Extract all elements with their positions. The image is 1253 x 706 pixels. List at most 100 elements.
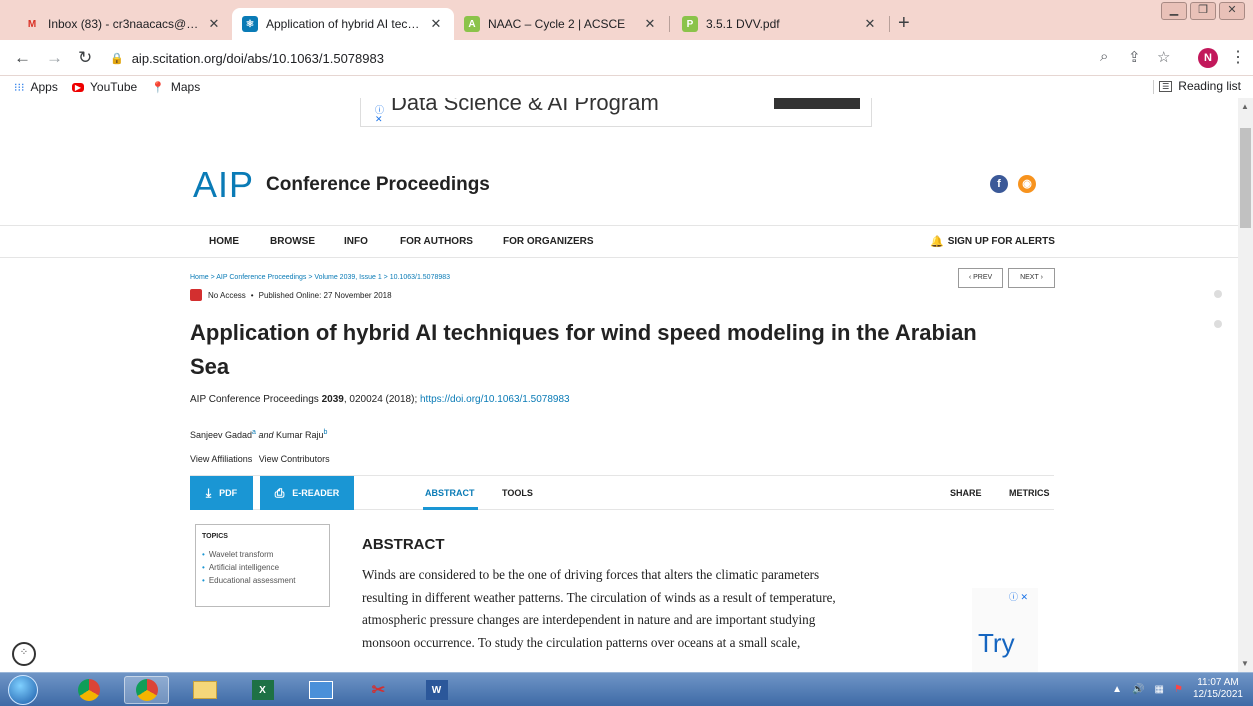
url-text: aip.scitation.org/doi/abs/10.1063/1.5078…: [131, 50, 384, 66]
new-tab-button[interactable]: +: [898, 12, 910, 35]
pdf-button[interactable]: ⤓ PDF: [190, 476, 253, 510]
back-arrow-icon[interactable]: ←: [14, 48, 31, 68]
bookmark-maps[interactable]: 📍 Maps: [151, 80, 200, 94]
access-label: No Access: [208, 290, 246, 300]
prev-button[interactable]: ‹ PREV: [958, 268, 1003, 288]
tab-abstract[interactable]: ABSTRACT: [425, 488, 475, 498]
abstract-line: resulting in different weather patterns.…: [362, 589, 836, 605]
chrome-profile-icon[interactable]: [124, 676, 169, 704]
maps-icon: 📍: [151, 81, 165, 94]
doi-link[interactable]: https://doi.org/10.1063/1.5078983: [420, 394, 570, 405]
abstract-line: Winds are considered to be the one of dr…: [362, 567, 820, 582]
published-date: Published Online: 27 November 2018: [258, 290, 392, 300]
article-title: Application of hybrid AI techniques for …: [190, 320, 977, 379]
no-access-lock-icon: [190, 289, 202, 301]
topics-heading: TOPICS: [202, 533, 228, 540]
scroll-down-icon[interactable]: ▼: [1241, 659, 1249, 668]
topic-link[interactable]: Wavelet transform: [202, 550, 323, 559]
tab-acsce[interactable]: A NAAC – Cycle 2 | ACSCE ✕: [454, 8, 668, 40]
author-name[interactable]: Kumar Raju: [276, 430, 324, 440]
cookie-settings-icon[interactable]: ⁘: [12, 642, 36, 666]
address-bar[interactable]: 🔒 aip.scitation.org/doi/abs/10.1063/1.50…: [110, 45, 1110, 71]
word-icon[interactable]: W: [414, 676, 459, 704]
close-icon[interactable]: ✕: [642, 16, 658, 32]
nav-for-authors[interactable]: FOR AUTHORS: [400, 236, 473, 247]
forward-arrow-icon[interactable]: →: [46, 48, 63, 68]
sign-up-alerts-link[interactable]: 🔔 SIGN UP FOR ALERTS: [930, 235, 1055, 248]
tab-title: NAAC – Cycle 2 | ACSCE: [488, 17, 626, 31]
profile-avatar[interactable]: N: [1198, 48, 1218, 68]
ad-cta-button[interactable]: [774, 98, 860, 109]
show-hidden-icons[interactable]: ▲: [1112, 684, 1122, 695]
share-page-icon[interactable]: ⇪: [1128, 48, 1141, 66]
tab-pdf[interactable]: P 3.5.1 DVV.pdf ✕: [672, 8, 888, 40]
minimize-icon[interactable]: ▁: [1161, 2, 1187, 20]
volume-icon[interactable]: 🔊: [1132, 684, 1144, 695]
file-explorer-icon[interactable]: [182, 676, 227, 704]
nav-for-organizers[interactable]: FOR ORGANIZERS: [503, 236, 594, 247]
metrics-button[interactable]: METRICS: [1009, 488, 1050, 498]
zoom-icon[interactable]: ⌕: [1100, 48, 1108, 65]
breadcrumb[interactable]: Home > AIP Conference Proceedings > Volu…: [190, 274, 450, 281]
photo-viewer-icon[interactable]: [298, 676, 343, 704]
browser-toolbar: ← → ↻ 🔒 aip.scitation.org/doi/abs/10.106…: [0, 40, 1253, 76]
nav-browse[interactable]: BROWSE: [270, 236, 315, 247]
share-button[interactable]: SHARE: [950, 488, 982, 498]
side-ad[interactable]: ⓘ ✕ Try: [972, 588, 1038, 672]
nav-info[interactable]: INFO: [344, 236, 368, 247]
menu-kebab-icon[interactable]: ⋮: [1230, 47, 1246, 67]
facebook-icon[interactable]: f: [990, 175, 1008, 193]
scrollbar-thumb[interactable]: [1240, 128, 1251, 228]
nav-home[interactable]: HOME: [209, 236, 239, 247]
tab-tools[interactable]: TOOLS: [502, 488, 533, 498]
bookmarks-bar: ⁝⁝⁝ Apps ▶ YouTube 📍 Maps ☰ Reading list: [0, 76, 1253, 98]
tab-gmail[interactable]: M Inbox (83) - cr3naacacs@gmail.co ✕: [14, 8, 232, 40]
ereader-label: E-READER: [292, 488, 340, 498]
topic-link[interactable]: Artificial intelligence: [202, 563, 323, 572]
maximize-icon[interactable]: ❐: [1190, 2, 1216, 20]
excel-icon[interactable]: X: [240, 676, 285, 704]
snipping-tool-icon[interactable]: ✂: [356, 676, 401, 704]
clock[interactable]: 11:07 AM 12/15/2021: [1193, 677, 1243, 701]
close-icon[interactable]: ✕: [206, 16, 222, 32]
ad-choices-icon[interactable]: ⓘ ✕: [1009, 590, 1028, 603]
action-center-icon[interactable]: ⚑: [1174, 684, 1183, 695]
close-icon[interactable]: ✕: [862, 16, 878, 32]
ad-choices-icon[interactable]: ⓘ ✕: [375, 106, 384, 124]
close-icon[interactable]: ✕: [428, 16, 444, 32]
bookmark-apps[interactable]: ⁝⁝⁝ Apps: [14, 80, 58, 94]
close-window-icon[interactable]: ✕: [1219, 2, 1245, 20]
chrome-icon[interactable]: [66, 676, 111, 704]
start-button[interactable]: [8, 675, 38, 705]
topics-box: TOPICS Wavelet transform Artificial inte…: [195, 524, 330, 607]
network-icon[interactable]: ▦: [1155, 684, 1164, 695]
bookmark-youtube[interactable]: ▶ YouTube: [71, 80, 137, 94]
citation-pages: , 020024 (2018);: [343, 394, 418, 405]
bookmark-star-icon[interactable]: ☆: [1157, 48, 1170, 66]
divider: [1153, 80, 1154, 94]
abstract-text: Winds are considered to be the one of dr…: [362, 564, 952, 654]
bookmark-label: Maps: [170, 80, 201, 94]
tab-scitation[interactable]: ⚛ Application of hybrid AI techniqu ✕: [232, 8, 454, 40]
reload-icon[interactable]: ↻: [78, 48, 92, 68]
authors: Sanjeev Gadada and Kumar Rajub: [190, 429, 327, 440]
browser-tab-strip: M Inbox (83) - cr3naacacs@gmail.co ✕ ⚛ A…: [0, 0, 1253, 40]
view-affiliations-link[interactable]: View Affiliations: [190, 454, 252, 464]
reading-list-button[interactable]: ☰ Reading list: [1159, 79, 1241, 93]
author-name[interactable]: Sanjeev Gadad: [190, 430, 252, 440]
view-contributors-link[interactable]: View Contributors: [259, 454, 330, 464]
ereader-button[interactable]: ⎙ E-READER: [260, 476, 354, 510]
bookmark-label: Apps: [30, 80, 58, 94]
tab-title: 3.5.1 DVV.pdf: [706, 17, 780, 31]
rss-icon[interactable]: ◉: [1018, 175, 1036, 193]
top-ad-banner[interactable]: ⓘ ✕ Data Science & AI Program: [360, 98, 872, 127]
tab-title: Inbox (83) - cr3naacacs@gmail.co: [48, 17, 200, 31]
scroll-up-icon[interactable]: ▲: [1241, 102, 1249, 111]
pdf-icon: P: [682, 16, 698, 32]
page-scrollbar[interactable]: ▲ ▼: [1238, 98, 1253, 672]
site-logo[interactable]: AIP Conference Proceedings: [193, 164, 490, 206]
active-tab-indicator: [423, 507, 478, 510]
next-button[interactable]: NEXT ›: [1008, 268, 1055, 288]
topic-link[interactable]: Educational assessment: [202, 576, 323, 585]
affiliations-links: View Affiliations View Contributors: [190, 454, 334, 464]
